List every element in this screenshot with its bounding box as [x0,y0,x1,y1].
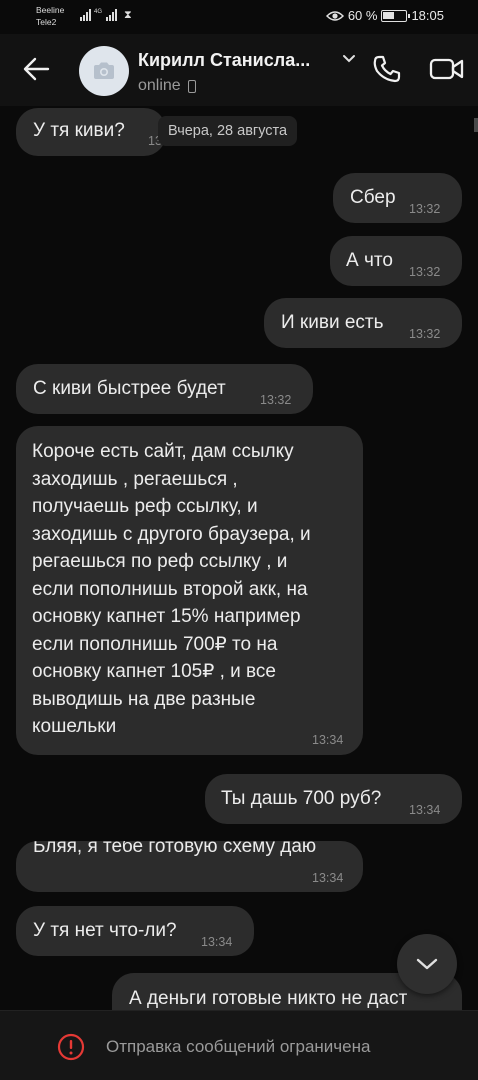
video-camera-icon[interactable] [429,56,465,82]
message-text: Сбер [350,187,396,208]
message-time: 13:32 [260,393,292,407]
eye-icon [325,10,344,21]
chevron-down-icon [416,958,438,970]
message-line: получаешь реф ссылку, и [32,496,258,517]
message-incoming[interactable]: С киви быстрее будет 13:32 [16,364,313,414]
message-line: регаешься по реф ссылку , и [32,551,288,572]
message-text: У тя киви? [33,120,125,141]
message-line: выводишь на две разные [32,688,256,710]
message-line: основку капнет 105₽ , и все [32,661,276,682]
clock: 18:05 [411,8,444,23]
message-text: Ты дашь 700 руб? [221,788,382,809]
message-text: И киви есть [281,312,384,333]
message-outgoing[interactable]: Ты дашь 700 руб? 13:34 [205,774,462,824]
chevron-down-icon[interactable] [342,54,356,64]
carrier-1: Beeline [36,5,65,15]
message-text: У тя нет что-ли? [33,920,177,941]
phone-icon[interactable] [372,54,402,84]
message-line: заходишь , регаешься , [32,468,238,490]
message-line: кошельки [32,716,117,737]
message-text: А что [346,250,393,271]
message-incoming[interactable]: Бляя, я тебе готовую схему даю 13:34 [16,841,363,892]
signal-icon [106,9,118,21]
signal-icon [80,9,91,21]
message-line: Короче есть сайт, дам ссылку [32,441,294,462]
message-text: А деньги готовые никто не даст [129,988,408,1009]
camera-icon [94,62,114,79]
carrier-2: Tele2 [36,17,57,27]
chat-header: Кирилл Станисла... online [0,34,478,106]
message-time: 13:32 [409,265,441,279]
message-time: 13:34 [201,935,233,949]
mobile-device-icon [187,79,196,93]
back-arrow-icon[interactable] [22,56,50,82]
scroll-to-bottom-button[interactable] [397,934,457,994]
carrier-names: Beeline Tele2 [36,4,64,28]
message-text: Бляя, я тебе готовую схему даю [33,841,317,857]
restricted-notice: Отправка сообщений ограничена [106,1037,371,1056]
message-line: основку капнет 15% например [32,606,301,627]
message-time: 13:32 [409,327,441,341]
message-outgoing[interactable]: А что 13:32 [330,236,462,286]
network-type: 4G [94,9,103,15]
message-list[interactable]: У тя киви? 13:32 Вчера, 28 августа Сбер … [0,106,478,1010]
battery-icon [381,9,411,22]
signal-icons: 4G ⧗ [80,9,132,21]
message-incoming[interactable]: Короче есть сайт, дам ссылку заходишь , … [16,426,363,755]
message-incoming[interactable]: У тя нет что-ли? 13:34 [16,906,254,956]
status-right: 60 % 18:05 [325,8,444,23]
message-incoming[interactable]: У тя киви? 13:32 [16,108,179,156]
battery-percent: 60 % [347,8,378,23]
message-time: 13:34 [312,733,344,747]
status-bar: Beeline Tele2 4G ⧗ 60 % 18:05 [0,0,478,34]
contact-name[interactable]: Кирилл Станисла... [138,50,310,71]
date-chip: Вчера, 28 августа [158,116,298,146]
message-line: заходишь с другого браузера, и [32,523,311,545]
warning-circle-icon [57,1033,85,1061]
message-time: 13:34 [312,871,344,885]
avatar[interactable] [79,46,129,96]
message-line: если пополнишь второй акк, на [32,578,308,600]
hourglass-icon: ⧗ [124,9,132,21]
message-time: 13:34 [409,803,441,817]
scrollbar-thumb[interactable] [474,118,478,132]
message-outgoing[interactable]: И киви есть 13:32 [264,298,462,348]
message-time: 13:32 [409,202,441,216]
contact-status-label: online [138,77,181,94]
message-text: Короче есть сайт, дам ссылку заходишь , … [32,438,311,741]
composer-restricted-bar: Отправка сообщений ограничена [0,1010,478,1080]
message-outgoing[interactable]: Сбер 13:32 [333,173,462,223]
contact-status: online [138,77,196,95]
message-text: С киви быстрее будет [33,378,226,399]
message-line: если пополнишь 700₽ то на [32,633,278,655]
